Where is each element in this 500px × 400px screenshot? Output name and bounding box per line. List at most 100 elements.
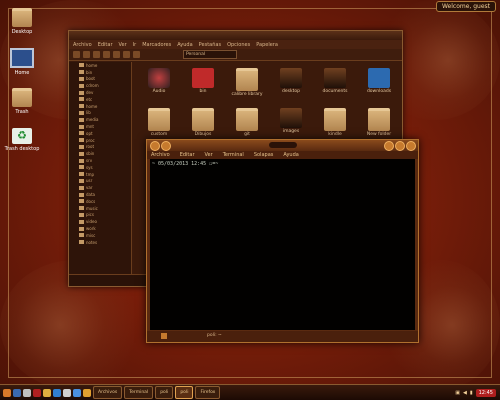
folder-tree[interactable]: home bin boot cdrom dev etc home lib media mnt opt…: [69, 62, 132, 274]
tree-item[interactable]: data: [69, 191, 131, 198]
tree-item[interactable]: media: [69, 116, 131, 123]
view-icons-icon[interactable]: [123, 51, 130, 58]
tree-item[interactable]: work: [69, 225, 131, 232]
desktop-icon-recycle[interactable]: ♻ Trash desktop: [2, 128, 42, 152]
file-item[interactable]: images: [270, 108, 312, 134]
tree-item-label: lib: [86, 110, 91, 116]
tree-item[interactable]: sbin: [69, 150, 131, 157]
taskbar-task[interactable]: poli: [155, 386, 174, 399]
tree-item[interactable]: video: [69, 218, 131, 225]
maximize-icon[interactable]: [395, 141, 405, 151]
menu-item[interactable]: Pestañas: [199, 42, 221, 48]
home-icon[interactable]: [103, 51, 110, 58]
terminal-tab[interactable]: poli: ~: [207, 333, 222, 338]
taskbar-task[interactable]: Firefox: [195, 386, 221, 399]
minimize-icon[interactable]: [384, 141, 394, 151]
folder-icon: [148, 108, 170, 131]
tree-item[interactable]: misc: [69, 232, 131, 239]
menu-item[interactable]: Ver: [119, 42, 127, 48]
file-item[interactable]: Audio: [138, 68, 180, 94]
tree-item[interactable]: home: [69, 62, 131, 69]
tree-item[interactable]: cdrom: [69, 82, 131, 89]
reload-icon[interactable]: [113, 51, 120, 58]
launcher-icon[interactable]: [53, 388, 61, 397]
tree-item[interactable]: boot: [69, 76, 131, 83]
tree-item[interactable]: docs: [69, 198, 131, 205]
address-bar[interactable]: Personal: [183, 50, 237, 59]
terminal-output[interactable]: ~ 05/03/2013 12:45 ☐=~: [150, 159, 415, 330]
menu-item[interactable]: Editar: [98, 42, 113, 48]
back-icon[interactable]: [73, 51, 80, 58]
volume-icon[interactable]: ◀: [463, 390, 467, 396]
taskbar-task[interactable]: Terminal: [124, 386, 154, 399]
launcher-icon[interactable]: [63, 388, 71, 397]
tree-item[interactable]: notes: [69, 239, 131, 246]
tree-item[interactable]: usr: [69, 178, 131, 185]
file-item[interactable]: kindle: [314, 108, 356, 137]
desktop-icon-desktop[interactable]: Desktop: [2, 8, 42, 35]
menu-item[interactable]: Editar: [180, 152, 195, 158]
tree-item[interactable]: var: [69, 184, 131, 191]
tree-item[interactable]: sys: [69, 164, 131, 171]
file-manager-titlebar[interactable]: [69, 31, 402, 40]
tree-item[interactable]: mnt: [69, 123, 131, 130]
menu-item[interactable]: Ayuda: [283, 152, 298, 158]
file-label: images: [282, 129, 300, 134]
start-menu-icon[interactable]: [3, 388, 11, 397]
file-item[interactable]: documents: [314, 68, 356, 94]
forward-icon[interactable]: [83, 51, 90, 58]
file-item[interactable]: calibre library: [226, 68, 268, 97]
battery-icon[interactable]: ▮: [470, 390, 473, 396]
file-item[interactable]: custom: [138, 108, 180, 137]
tree-item-label: dev: [86, 90, 94, 96]
terminal-tab-icon[interactable]: [161, 333, 167, 339]
tree-item[interactable]: tmp: [69, 171, 131, 178]
pin-icon[interactable]: [161, 141, 171, 151]
tree-item[interactable]: proc: [69, 137, 131, 144]
menu-item[interactable]: Ver: [205, 152, 213, 158]
menu-item[interactable]: Opciones: [227, 42, 250, 48]
file-item[interactable]: bin: [182, 68, 224, 94]
close-icon[interactable]: [406, 141, 416, 151]
menu-item[interactable]: Ayuda: [177, 42, 192, 48]
file-item[interactable]: downloads: [358, 68, 400, 94]
file-item[interactable]: New folder: [358, 108, 400, 137]
menu-item[interactable]: Archivo: [151, 152, 170, 158]
tree-item[interactable]: home: [69, 103, 131, 110]
tree-item[interactable]: opt: [69, 130, 131, 137]
terminal-titlebar[interactable]: [147, 140, 418, 151]
launcher-icon[interactable]: [43, 388, 51, 397]
menu-item[interactable]: Terminal: [223, 152, 244, 158]
desktop-icon-home[interactable]: Home: [2, 48, 42, 76]
menu-item[interactable]: Solapas: [254, 152, 274, 158]
tree-item[interactable]: etc: [69, 96, 131, 103]
tree-item[interactable]: dev: [69, 89, 131, 96]
launcher-icon[interactable]: [83, 388, 91, 397]
clock[interactable]: 12:45: [475, 388, 496, 397]
file-item[interactable]: desktop: [270, 68, 312, 94]
tree-item[interactable]: lib: [69, 110, 131, 117]
tree-item[interactable]: srv: [69, 157, 131, 164]
menu-item[interactable]: Archivo: [73, 42, 92, 48]
launcher-icon[interactable]: [73, 388, 81, 397]
tree-item[interactable]: pics: [69, 212, 131, 219]
file-item[interactable]: git: [226, 108, 268, 137]
launcher-icon[interactable]: [13, 388, 21, 397]
launcher-icon[interactable]: [23, 388, 31, 397]
menu-item[interactable]: Marcadores: [142, 42, 171, 48]
tree-item[interactable]: bin: [69, 69, 131, 76]
tree-item[interactable]: root: [69, 144, 131, 151]
menu-item[interactable]: Papelera: [256, 42, 278, 48]
window-menu-icon[interactable]: [150, 141, 160, 151]
up-icon[interactable]: [93, 51, 100, 58]
file-item[interactable]: Dibujos: [182, 108, 224, 137]
taskbar-task[interactable]: Archivos: [93, 386, 123, 399]
taskbar-task[interactable]: poli: [175, 386, 194, 399]
desktop-icon-trash[interactable]: Trash: [2, 88, 42, 115]
launcher-icon[interactable]: [33, 388, 41, 397]
menu-item[interactable]: Ir: [133, 42, 137, 48]
terminal-window[interactable]: Archivo Editar Ver Terminal Solapas Ayud…: [146, 139, 419, 343]
view-list-icon[interactable]: [133, 51, 140, 58]
network-icon[interactable]: ▣: [455, 390, 460, 396]
tree-item[interactable]: music: [69, 205, 131, 212]
